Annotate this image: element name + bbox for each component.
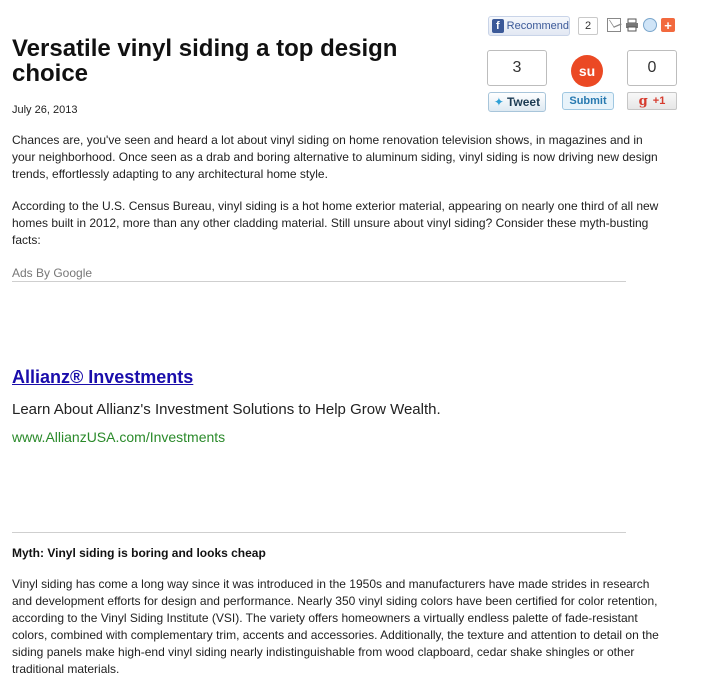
email-icon[interactable] <box>607 18 621 32</box>
myth-heading: Myth: Vinyl siding is boring and looks c… <box>12 546 266 560</box>
ad-url-link[interactable]: www.AllianzUSA.com/Investments <box>12 429 225 445</box>
google-g-icon: g <box>638 93 648 109</box>
tweet-label: Tweet <box>506 95 541 109</box>
printer-icon[interactable] <box>625 18 639 32</box>
gplus-count: 0 <box>627 50 677 86</box>
article-date: July 26, 2013 <box>12 104 78 116</box>
bird-icon: ✦ <box>493 95 504 109</box>
divider <box>12 532 626 533</box>
facebook-recommend-button[interactable]: f Recommend <box>488 16 570 36</box>
stumble-submit-button[interactable]: Submit <box>562 92 614 110</box>
reddit-icon[interactable] <box>643 18 657 32</box>
facebook-count: 2 <box>578 17 598 35</box>
tweet-count: 3 <box>487 50 547 86</box>
tweet-button[interactable]: ✦ Tweet <box>488 92 546 112</box>
gplus-label: +1 <box>652 95 666 107</box>
ad-description: Learn About Allianz's Investment Solutio… <box>12 401 441 418</box>
addthis-plus-icon[interactable]: + <box>661 18 675 33</box>
divider <box>12 281 626 282</box>
ad-title-link[interactable]: Allianz® Investments <box>12 367 193 388</box>
article-paragraph: According to the U.S. Census Bureau, vin… <box>12 199 659 247</box>
stumbleupon-icon[interactable]: su <box>571 55 603 87</box>
article-paragraph: Vinyl siding has come a long way since i… <box>12 577 659 676</box>
article-paragraph: Chances are, you've seen and heard a lot… <box>12 133 658 181</box>
facebook-recommend-label: Recommend <box>506 20 569 32</box>
gplus-button[interactable]: g +1 <box>627 92 677 110</box>
article-title: Versatile vinyl siding a top design choi… <box>12 35 398 87</box>
facebook-icon: f <box>492 19 504 33</box>
ads-label: Ads By Google <box>12 266 93 280</box>
